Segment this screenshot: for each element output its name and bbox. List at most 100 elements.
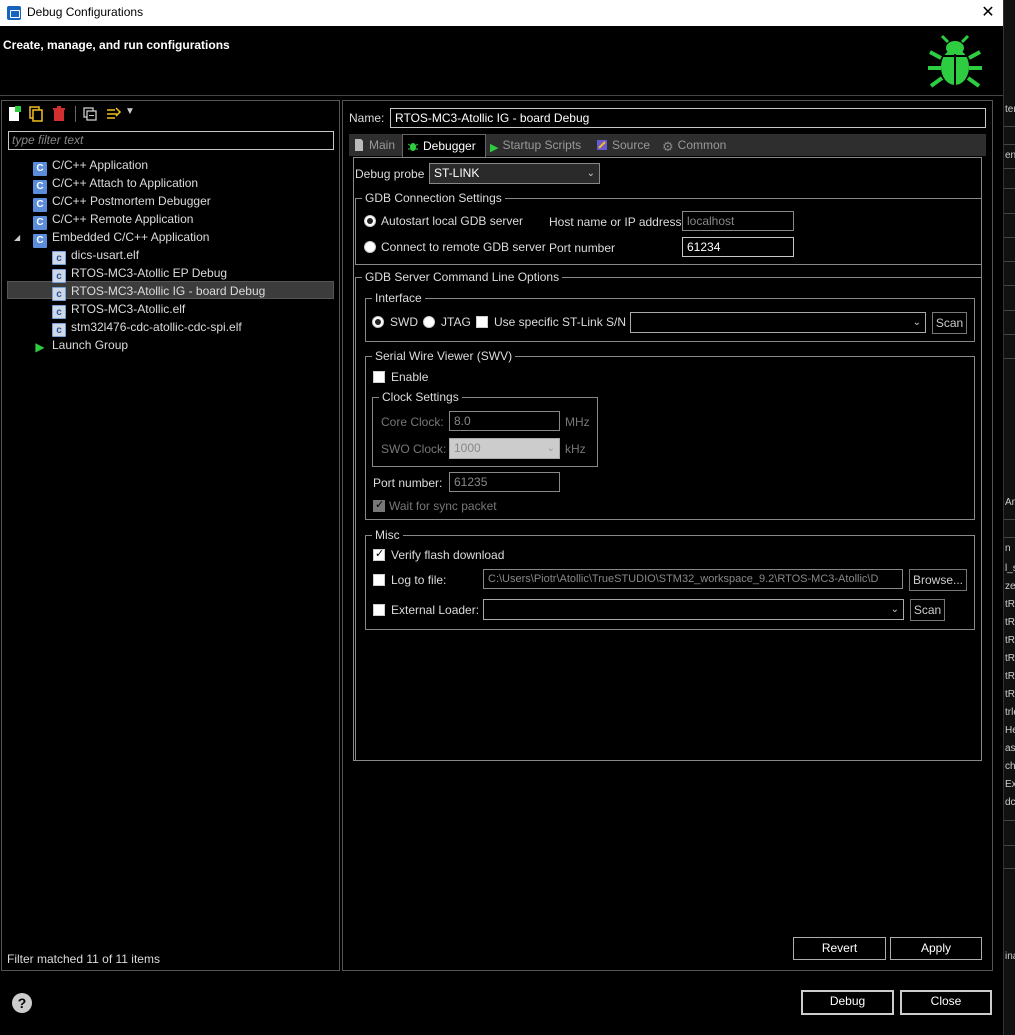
gear-icon: ⚙: [662, 139, 674, 154]
tree-item[interactable]: C C/C++ Attach to Application: [33, 174, 199, 194]
debug-probe-label: Debug probe: [355, 167, 425, 181]
swd-radio[interactable]: [372, 316, 384, 328]
page-icon: [355, 139, 363, 151]
group-title: Interface: [372, 291, 425, 305]
tab-debugger[interactable]: Debugger: [402, 134, 486, 157]
stlink-sn-select[interactable]: ⌄: [630, 312, 926, 333]
gdb-connection-group: GDB Connection Settings Autostart local …: [355, 191, 982, 265]
group-title: Misc: [372, 528, 403, 542]
name-input[interactable]: RTOS-MC3-Atollic IG - board Debug: [390, 108, 986, 128]
tree-item[interactable]: C Embedded C/C++ Application: [33, 228, 210, 248]
delete-icon[interactable]: [51, 106, 67, 122]
chevron-down-icon: ⌄: [890, 604, 899, 615]
bg-text: ina: [1005, 951, 1015, 962]
verify-flash-checkbox[interactable]: [373, 547, 385, 561]
filter-input[interactable]: type filter text: [8, 131, 334, 150]
tree-item-selected[interactable]: c RTOS-MC3-Atollic IG - board Debug: [52, 282, 265, 301]
bg-text: cha: [1005, 761, 1015, 772]
bg-text: Ar: [1005, 497, 1015, 508]
filter-icon[interactable]: [106, 106, 122, 122]
duplicate-icon[interactable]: [28, 106, 44, 122]
tree-item[interactable]: c RTOS-MC3-Atollic.elf: [52, 300, 185, 319]
help-icon[interactable]: ?: [12, 993, 32, 1013]
log-path-input[interactable]: C:\Users\Piotr\Atollic\TrueSTUDIO\STM32_…: [483, 569, 903, 589]
tree-item-label: C/C++ Attach to Application: [52, 176, 199, 190]
tab-label: Debugger: [423, 139, 476, 153]
swo-clock-select[interactable]: 1000 ⌄: [449, 438, 560, 459]
tree-item-label: C/C++ Remote Application: [52, 212, 194, 226]
swv-group: Serial Wire Viewer (SWV) Enable Clock Se…: [365, 349, 975, 520]
tree-item[interactable]: ▶ Launch Group: [33, 336, 128, 354]
wait-sync-checkbox[interactable]: [373, 498, 385, 512]
collapse-all-icon[interactable]: [82, 106, 98, 122]
swo-clock-unit: kHz: [565, 442, 586, 456]
bg-text: en: [1005, 150, 1015, 161]
tree-item-label: dics-usart.elf: [71, 248, 140, 262]
tab-main[interactable]: Main: [349, 134, 401, 156]
dialog-header: Create, manage, and run configurations: [0, 26, 1003, 96]
tree-item[interactable]: C C/C++ Application: [33, 156, 148, 176]
jtag-radio[interactable]: [423, 316, 435, 328]
log-to-file-checkbox[interactable]: [373, 574, 385, 586]
title-bar: Debug Configurations ✕: [0, 0, 1003, 26]
c-file-icon: c: [52, 269, 66, 283]
host-input[interactable]: localhost: [682, 211, 794, 231]
core-clock-label: Core Clock:: [381, 415, 444, 429]
play-icon: ▶: [490, 142, 499, 154]
external-loader-select[interactable]: ⌄: [483, 599, 904, 620]
bg-text: Ex: [1005, 779, 1015, 790]
bg-text: tRa: [1005, 671, 1015, 682]
clock-settings-group: Clock Settings Core Clock: 8.0 MHz SWO C…: [372, 390, 598, 467]
bg-text: l_s: [1005, 563, 1015, 574]
c-config-icon: C: [33, 234, 47, 248]
apply-button[interactable]: Apply: [890, 937, 982, 960]
bg-text: n: [1005, 543, 1011, 554]
tab-common[interactable]: ⚙ Common: [658, 134, 738, 156]
autostart-radio[interactable]: [364, 215, 376, 227]
tab-source[interactable]: Source: [592, 134, 658, 156]
revert-button[interactable]: Revert: [793, 937, 886, 960]
chevron-down-icon: ⌄: [546, 443, 555, 454]
core-clock-input[interactable]: 8.0: [449, 411, 560, 431]
group-title: GDB Connection Settings: [362, 191, 505, 205]
port-label: Port number: [549, 241, 616, 255]
external-loader-scan-button[interactable]: Scan: [910, 599, 945, 621]
browse-button[interactable]: Browse...: [909, 569, 967, 591]
tree-item-label: Embedded C/C++ Application: [52, 230, 210, 244]
autostart-label: Autostart local GDB server: [381, 214, 524, 228]
close-button[interactable]: Close: [900, 990, 992, 1015]
header-title: Create, manage, and run configurations: [3, 38, 230, 52]
tab-startup-scripts[interactable]: ▶ Startup Scripts: [486, 134, 592, 156]
bg-text: tRa: [1005, 635, 1015, 646]
connect-remote-radio[interactable]: [364, 241, 376, 253]
tab-label: Source: [612, 138, 651, 152]
chevron-down-icon: ⌄: [586, 168, 595, 179]
window-title: Debug Configurations: [27, 5, 144, 19]
tree-item[interactable]: C C/C++ Remote Application: [33, 210, 194, 230]
filter-dropdown-chevron-icon[interactable]: ▼: [125, 106, 135, 117]
port-input[interactable]: 61234: [682, 237, 794, 257]
tree-item-label: C/C++ Postmortem Debugger: [52, 194, 211, 208]
connect-remote-label: Connect to remote GDB server: [381, 240, 546, 254]
tree-item[interactable]: c RTOS-MC3-Atollic EP Debug: [52, 264, 227, 283]
window-close-button[interactable]: ✕: [976, 2, 1000, 24]
tab-label: Common: [677, 138, 727, 152]
tree-item[interactable]: c stm32l476-cdc-atollic-cdc-spi.elf: [52, 318, 242, 337]
bg-text: tRa: [1005, 599, 1015, 610]
swv-port-input[interactable]: 61235: [449, 472, 560, 492]
debug-button[interactable]: Debug: [801, 990, 894, 1015]
c-file-icon: c: [52, 323, 66, 337]
swv-enable-checkbox[interactable]: [373, 371, 385, 383]
expand-chevron-icon[interactable]: ◢: [14, 233, 20, 242]
name-label: Name:: [349, 111, 385, 125]
external-loader-checkbox[interactable]: [373, 604, 385, 616]
launch-group-icon: ▶: [35, 340, 45, 354]
debug-probe-select[interactable]: ST-LINK ⌄: [429, 163, 600, 184]
bg-text: trle: [1005, 707, 1015, 718]
tree-item[interactable]: C C/C++ Postmortem Debugger: [33, 192, 211, 212]
tree-item[interactable]: c dics-usart.elf: [52, 246, 140, 265]
tree-item-label: Launch Group: [52, 338, 129, 352]
scan-button[interactable]: Scan: [932, 312, 967, 334]
new-configuration-icon[interactable]: [6, 106, 22, 122]
use-specific-checkbox[interactable]: [476, 316, 488, 328]
